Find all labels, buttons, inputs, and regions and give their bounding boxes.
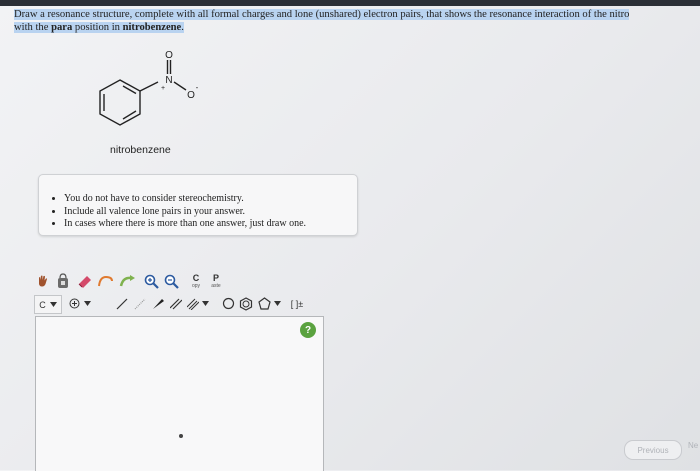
triple-bond-icon xyxy=(187,298,199,310)
arrow-tool[interactable] xyxy=(118,272,138,290)
cyclopropane-tool[interactable] xyxy=(220,295,236,312)
bag-tool[interactable] xyxy=(54,272,72,290)
paste-letter: P xyxy=(212,272,219,283)
instruction-item: You do not have to consider stereochemis… xyxy=(64,193,357,206)
charge-selector[interactable] xyxy=(66,295,94,312)
atom-o-right: O xyxy=(187,90,195,101)
question-line-1: Draw a resonance structure, complete wit… xyxy=(14,9,630,20)
triple-bond-tool[interactable] xyxy=(186,295,210,312)
curved-arrow-icon xyxy=(119,275,135,287)
zoom-in-button[interactable] xyxy=(142,272,160,290)
plus-charge-icon xyxy=(69,298,80,309)
element-selector[interactable]: C xyxy=(34,295,62,314)
ring-icon xyxy=(222,297,234,310)
bracket-tool[interactable]: [ ]± xyxy=(286,295,308,312)
hand-icon xyxy=(39,275,47,287)
lasso-icon xyxy=(98,275,113,287)
wedge-bond-tool[interactable] xyxy=(150,295,166,312)
charge-minus: - xyxy=(196,83,199,92)
drawing-canvas[interactable] xyxy=(35,316,324,471)
chevron-down-icon xyxy=(84,301,91,306)
double-bond-icon xyxy=(170,298,182,309)
instruction-item: Include all valence lone pairs in your a… xyxy=(64,206,357,219)
lasso-tool[interactable] xyxy=(96,272,116,290)
chevron-down-icon xyxy=(202,301,209,306)
instructions-list: You do not have to consider stereochemis… xyxy=(39,175,357,231)
pentagon-icon xyxy=(257,297,271,310)
element-label: C xyxy=(39,299,46,310)
zoom-in-icon xyxy=(144,274,159,289)
canvas-dot xyxy=(179,434,183,438)
drawing-toolbar-bottom: C [ ]± xyxy=(34,294,334,314)
n-o-single-bond xyxy=(173,81,187,91)
atom-o-top: O xyxy=(165,50,173,61)
cyclopentane-tool[interactable] xyxy=(256,295,282,312)
paste-button[interactable]: P aste xyxy=(206,270,226,292)
benzene-ring-icon xyxy=(239,296,253,311)
hashed-bond-icon xyxy=(134,298,146,309)
instructions-box: You do not have to consider stereochemis… xyxy=(38,174,358,236)
nitrobenzene-structure: O N + O - xyxy=(99,50,199,126)
question-line-2-middle: position in xyxy=(72,22,123,33)
wedge-bond-icon xyxy=(153,298,164,309)
drawing-toolbar-top: C opy P aste xyxy=(34,270,334,292)
molecule-label: nitrobenzene xyxy=(110,144,171,156)
atom-n: N xyxy=(165,75,172,86)
single-bond-tool[interactable] xyxy=(114,295,130,312)
chevron-down-icon xyxy=(49,302,57,307)
question-text: Draw a resonance structure, complete wit… xyxy=(14,8,694,34)
previous-label: Previous xyxy=(637,445,669,455)
copy-button[interactable]: C opy xyxy=(186,270,206,292)
hashed-bond-tool[interactable] xyxy=(132,295,148,312)
double-bond-tool[interactable] xyxy=(168,295,184,312)
copy-sub: opy xyxy=(191,282,201,289)
single-bond-icon xyxy=(116,298,128,309)
chevron-down-icon xyxy=(273,301,281,306)
benzene-tool[interactable] xyxy=(238,295,254,312)
instruction-item: In cases where there is more than one an… xyxy=(64,218,357,231)
eraser-tool[interactable] xyxy=(76,272,94,290)
zoom-out-button[interactable] xyxy=(162,272,180,290)
previous-button[interactable]: Previous xyxy=(624,440,682,460)
question-para: para xyxy=(51,22,73,33)
top-bar xyxy=(0,0,700,6)
benzene-ring xyxy=(99,60,187,126)
question-nitrobenzene: nitrobenzene xyxy=(122,22,182,33)
copy-letter: C xyxy=(192,272,200,283)
help-button[interactable]: ? xyxy=(300,322,316,338)
charge-plus: + xyxy=(161,85,165,92)
hand-tool[interactable] xyxy=(34,272,52,290)
c-n-bond xyxy=(139,81,159,92)
question-line-2: with the para position in nitrobenzene. xyxy=(14,22,184,33)
paste-sub: aste xyxy=(211,282,221,289)
eraser-icon xyxy=(78,276,91,288)
bag-icon xyxy=(58,273,68,288)
question-line-2-prefix: with the xyxy=(14,22,52,33)
question-line-2-suffix: . xyxy=(181,22,184,33)
next-button[interactable]: Ne xyxy=(688,441,698,450)
zoom-out-icon xyxy=(164,274,179,289)
